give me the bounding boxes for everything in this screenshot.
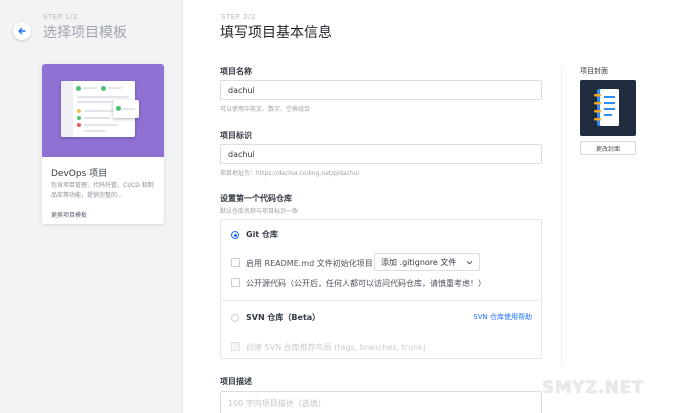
project-name-input[interactable] — [220, 80, 542, 100]
description-label: 项目描述 — [220, 377, 252, 386]
git-repo-label: Git 仓库 — [246, 230, 278, 239]
description-input[interactable] — [220, 391, 542, 413]
svn-help-link[interactable]: SVN 仓库使用帮助 — [473, 312, 532, 322]
cover-divider — [561, 66, 562, 366]
project-id-input[interactable] — [220, 144, 542, 164]
back-button[interactable] — [13, 22, 31, 40]
site-watermark: SMYZ.NET — [542, 378, 644, 398]
step-2-label: STEP 2/2 — [221, 13, 256, 21]
change-cover-button[interactable]: 更改封面 — [580, 141, 636, 155]
svn-structure-checkbox — [231, 342, 240, 351]
notebook-icon — [594, 89, 619, 126]
change-template-link[interactable]: 更换项目模板 — [51, 210, 87, 219]
svn-structure-label: 创建 SVN 仓库推荐布局 (tags, branches, trunk) — [246, 343, 426, 352]
template-preview-popup — [113, 100, 139, 118]
template-card-devops[interactable]: DevOps 项目 包含项目管理、代码托管、CI/CD 和制品库等功能，提供完整… — [42, 64, 164, 224]
project-url-hint: 项目地址为：https://dachui.coding.net/p/dachui — [220, 170, 360, 177]
arrow-left-icon — [18, 27, 26, 35]
repo-divider — [221, 300, 541, 301]
template-sidebar: STEP 1/2 选择项目模板 DevOps 项目 包含项目管理、代码托管、CI… — [0, 0, 183, 413]
repo-section-hint: 默认仓库名称与项目标识一致 — [220, 208, 299, 215]
git-repo-radio[interactable] — [231, 231, 239, 239]
svn-repo-label: SVN 仓库（Beta） — [246, 313, 321, 322]
project-name-label: 项目名称 — [220, 67, 252, 76]
cover-label: 项目封面 — [580, 67, 608, 75]
project-name-hint: 可以使用中英文、数字、空格组合 — [220, 106, 311, 113]
chevron-down-icon — [466, 260, 473, 264]
public-code-label: 公开源代码（公开后，任何人都可以访问代码仓库，请慎重考虑！） — [246, 279, 486, 288]
template-thumbnail — [42, 64, 164, 157]
page-title: 填写项目基本信息 — [220, 25, 332, 41]
readme-checkbox[interactable] — [231, 258, 240, 267]
step-1-title: 选择项目模板 — [43, 25, 127, 41]
repo-section-label: 设置第一个代码仓库 — [220, 194, 292, 203]
step-1-label: STEP 1/2 — [43, 13, 78, 21]
gitignore-select-value: 添加 .gitignore 文件 — [381, 257, 457, 267]
template-description: 包含项目管理、代码托管、CI/CD 和制品库等功能，提供完整的... — [51, 182, 154, 199]
project-id-label: 项目标识 — [220, 131, 252, 140]
gitignore-select[interactable]: 添加 .gitignore 文件 — [374, 253, 480, 271]
repo-options-box: Git 仓库 启用 README.md 文件初始化项目 添加 .gitignor… — [220, 219, 542, 359]
svn-repo-radio[interactable] — [231, 314, 239, 322]
cover-image — [580, 80, 636, 136]
readme-label: 启用 README.md 文件初始化项目 — [246, 259, 373, 268]
template-name: DevOps 项目 — [51, 169, 108, 179]
public-code-checkbox[interactable] — [231, 278, 240, 287]
